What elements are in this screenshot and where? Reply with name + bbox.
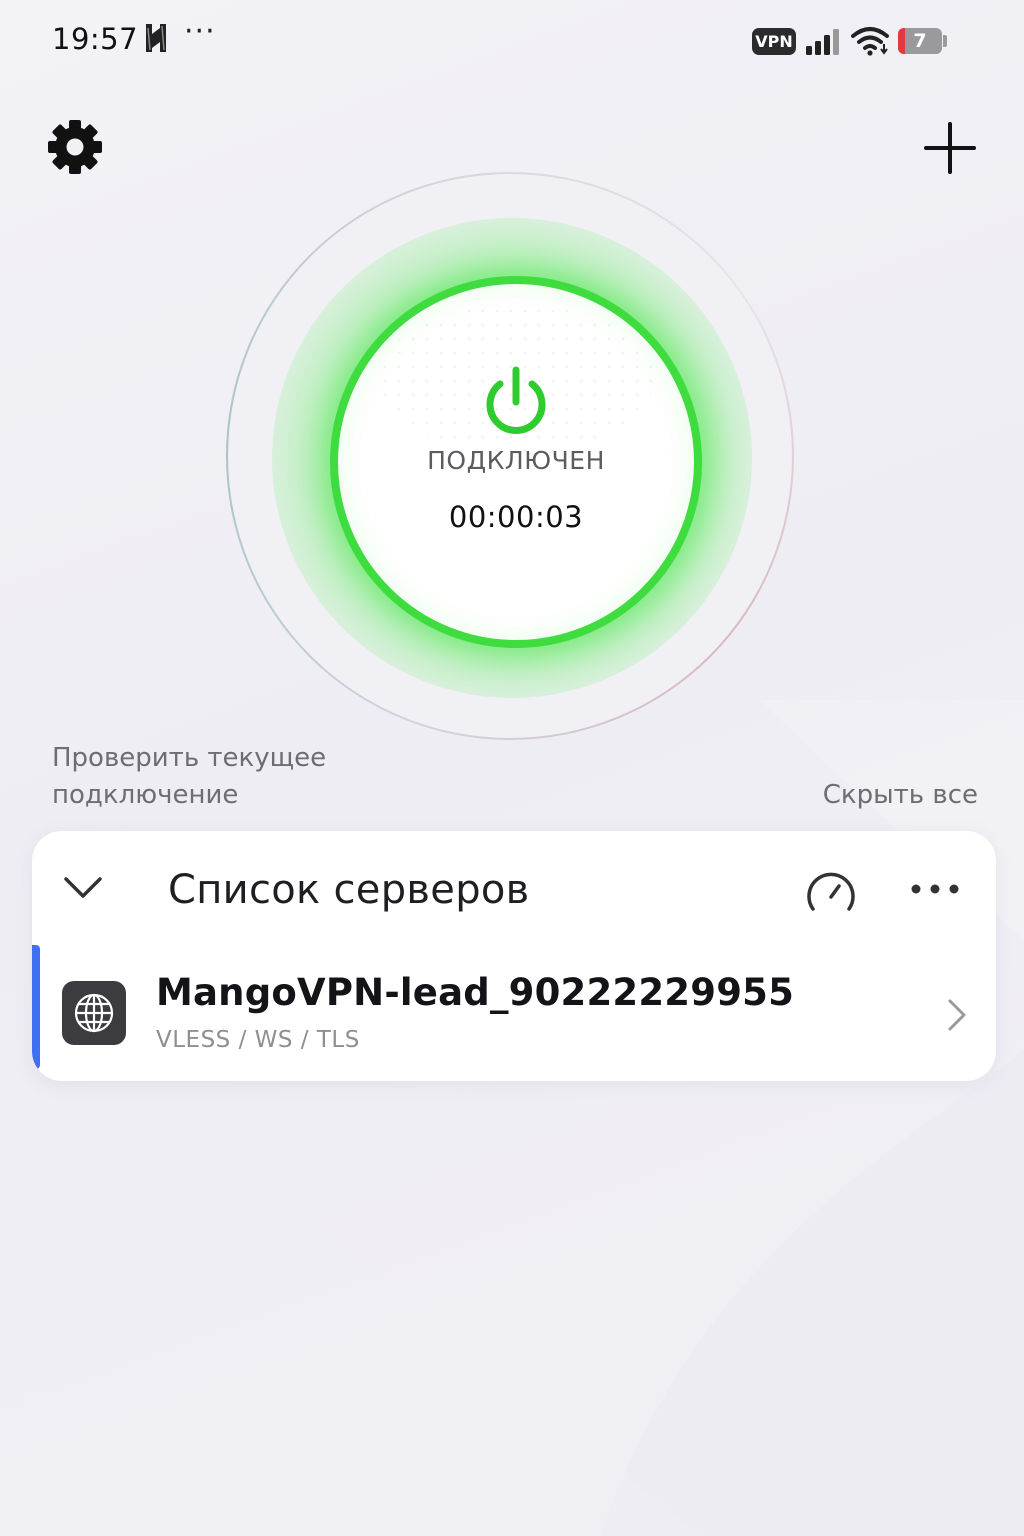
server-name: MangoVPN-lead_90222229955: [156, 971, 795, 1014]
connection-timer: 00:00:03: [448, 500, 584, 534]
settings-button[interactable]: [44, 116, 106, 178]
status-more-dots: ···: [184, 14, 216, 49]
battery-icon: 7: [898, 28, 942, 54]
globe-icon: [74, 993, 114, 1033]
server-avatar: [62, 981, 126, 1045]
speedometer-icon: [807, 872, 855, 911]
connection-panel: ПОДКЛЮЧЕН 00:00:03: [212, 158, 812, 758]
selected-indicator: [32, 945, 40, 1069]
power-icon: [486, 366, 546, 434]
status-time: 19:57: [52, 22, 139, 56]
vpn-badge: VPN: [752, 28, 796, 55]
server-list-title: Список серверов: [168, 867, 530, 913]
status-bar: 19:57 ··· VPN 7: [0, 0, 1024, 86]
chevron-down-icon: [64, 877, 102, 898]
collapse-button[interactable]: [60, 865, 106, 911]
battery-cap: [943, 35, 947, 47]
server-row[interactable]: MangoVPN-lead_90222229955 VLESS / WS / T…: [32, 945, 996, 1081]
server-list-header: Список серверов: [32, 831, 996, 943]
check-connection-link[interactable]: Проверить текущее подключение: [52, 740, 382, 814]
plus-icon: [924, 122, 976, 174]
more-options-button[interactable]: [906, 865, 966, 909]
hide-all-link[interactable]: Скрыть все: [823, 777, 978, 814]
gear-icon: [48, 120, 102, 174]
speed-test-button[interactable]: [804, 865, 858, 919]
signal-icon: [806, 29, 839, 55]
wifi-icon: [851, 27, 889, 56]
connect-toggle-button[interactable]: ПОДКЛЮЧЕН 00:00:03: [330, 276, 702, 648]
battery-level: 7: [913, 30, 927, 52]
connection-status: ПОДКЛЮЧЕН: [427, 446, 605, 475]
more-horizontal-icon: [911, 884, 959, 894]
add-server-button[interactable]: [920, 118, 980, 178]
server-list-card: Список серверов MangoVPN-lead_9022222995: [32, 831, 996, 1081]
server-protocol: VLESS / WS / TLS: [156, 1027, 360, 1053]
chevron-right-icon: [948, 999, 966, 1031]
notification-icon: [146, 24, 166, 52]
